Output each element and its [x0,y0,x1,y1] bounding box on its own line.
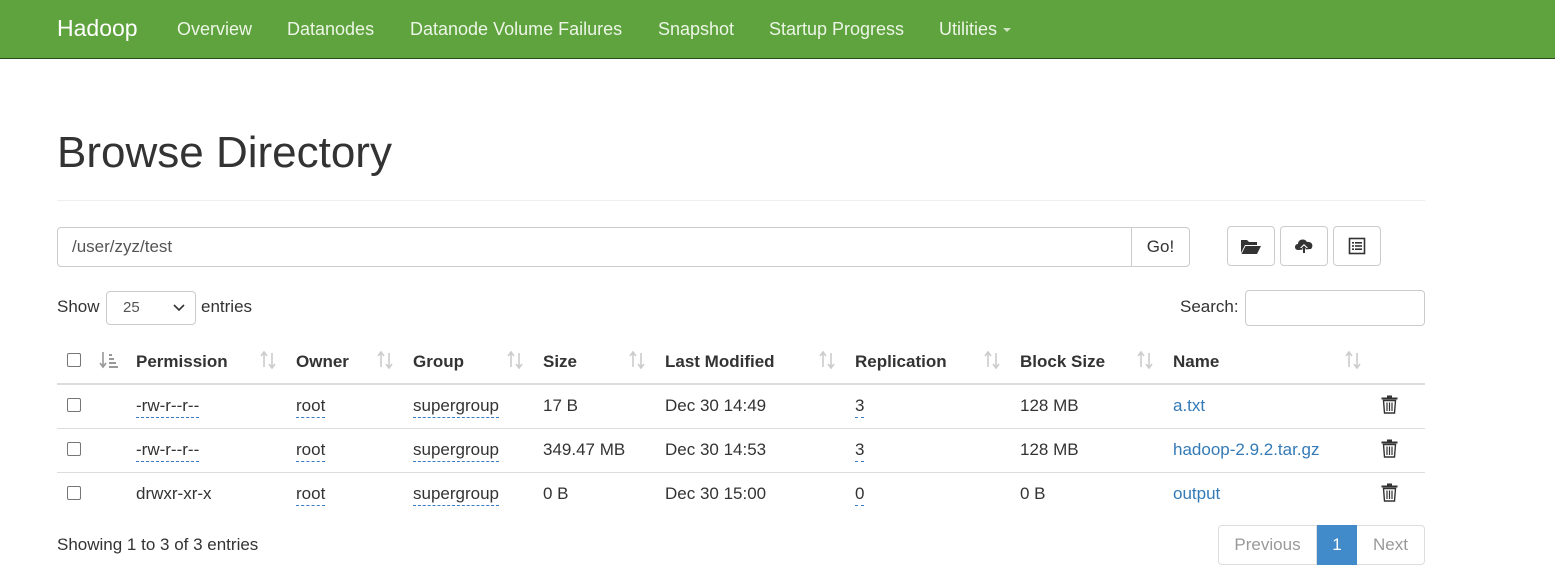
search-input[interactable] [1245,290,1425,326]
last-modified-cell: Dec 30 14:49 [665,396,767,415]
column-header-owner[interactable]: Owner [296,352,349,372]
chevron-down-icon [173,304,185,312]
nav-overview[interactable]: Overview [177,19,252,40]
column-header-group[interactable]: Group [413,352,464,372]
list-alt-icon [1348,237,1366,255]
sort-both-icon[interactable] [259,351,277,369]
trash-icon[interactable] [1381,439,1398,458]
sort-descending-icon[interactable] [99,351,119,369]
nav-utilities-label: Utilities [939,19,998,39]
nav-snapshot[interactable]: Snapshot [658,19,734,40]
column-header-permission[interactable]: Permission [136,352,228,372]
group-cell[interactable]: supergroup [413,396,500,418]
cloud-upload-icon [1295,239,1313,254]
column-header-name[interactable]: Name [1173,352,1219,372]
block-size-cell: 128 MB [1020,396,1079,415]
page-title: Browse Directory [57,128,392,177]
size-cell: 0 B [543,484,569,503]
search-label: Search: [1180,297,1239,316]
brand-logo[interactable]: Hadoop [57,15,138,42]
nav-utilities-dropdown[interactable]: Utilities [939,19,1012,40]
select-all-checkbox[interactable] [67,353,81,367]
title-divider [57,200,1425,201]
caret-down-icon [1003,28,1012,33]
file-name-link[interactable]: hadoop-2.9.2.tar.gz [1173,440,1320,460]
previous-page-button[interactable]: Previous [1218,525,1317,565]
row-checkbox[interactable] [67,398,81,412]
block-size-cell: 0 B [1020,484,1046,503]
last-modified-cell: Dec 30 15:00 [665,484,767,503]
go-button[interactable]: Go! [1131,227,1190,267]
sort-both-icon[interactable] [628,351,646,369]
sort-both-icon[interactable] [983,351,1001,369]
trash-icon[interactable] [1381,483,1398,502]
sort-both-icon[interactable] [818,351,836,369]
pagination: Previous 1 Next [1218,525,1425,565]
owner-cell[interactable]: root [296,440,326,462]
nav-datanodes[interactable]: Datanodes [287,19,374,40]
table-info: Showing 1 to 3 of 3 entries [57,535,259,554]
row-checkbox[interactable] [67,442,81,456]
replication-cell[interactable]: 3 [855,396,865,418]
header-divider [57,383,1425,385]
column-header-block-size[interactable]: Block Size [1020,352,1105,372]
row-checkbox[interactable] [67,486,81,500]
page-1-button[interactable]: 1 [1317,525,1357,565]
create-directory-button[interactable] [1227,226,1275,266]
page-length-value: 25 [123,299,140,316]
directory-name-link[interactable]: output [1173,484,1220,504]
cut-paste-button[interactable] [1333,226,1381,266]
permission-cell[interactable]: -rw-r--r-- [136,440,200,462]
column-header-last-modified[interactable]: Last Modified [665,352,775,372]
owner-cell[interactable]: root [296,484,326,506]
replication-cell[interactable]: 3 [855,440,865,462]
nav-startup-progress[interactable]: Startup Progress [769,19,904,40]
folder-open-icon [1241,240,1261,254]
block-size-cell: 128 MB [1020,440,1079,459]
size-cell: 349.47 MB [543,440,626,459]
sort-both-icon[interactable] [376,351,394,369]
trash-icon[interactable] [1381,395,1398,414]
row-divider [57,472,1425,473]
owner-cell[interactable]: root [296,396,326,418]
file-name-link[interactable]: a.txt [1173,396,1205,416]
nav-datanode-volume-failures[interactable]: Datanode Volume Failures [410,19,622,40]
top-navbar: Hadoop Overview Datanodes Datanode Volum… [0,0,1555,59]
sort-both-icon[interactable] [1136,351,1154,369]
next-page-button[interactable]: Next [1357,525,1425,565]
size-cell: 17 B [543,396,578,415]
permission-cell: drwxr-xr-x [136,484,212,503]
replication-cell[interactable]: 0 [855,484,865,506]
row-divider [57,428,1425,429]
column-header-replication[interactable]: Replication [855,352,947,372]
group-cell[interactable]: supergroup [413,440,500,462]
page-length-select[interactable]: 25 [106,291,196,325]
sort-both-icon[interactable] [1344,351,1362,369]
entries-label: entries [201,297,253,316]
upload-file-button[interactable] [1280,226,1328,266]
show-label: Show [57,297,100,316]
column-header-size[interactable]: Size [543,352,577,372]
sort-both-icon[interactable] [506,351,524,369]
permission-cell[interactable]: -rw-r--r-- [136,396,200,418]
last-modified-cell: Dec 30 14:53 [665,440,767,459]
directory-path-input[interactable] [57,227,1132,267]
group-cell[interactable]: supergroup [413,484,500,506]
